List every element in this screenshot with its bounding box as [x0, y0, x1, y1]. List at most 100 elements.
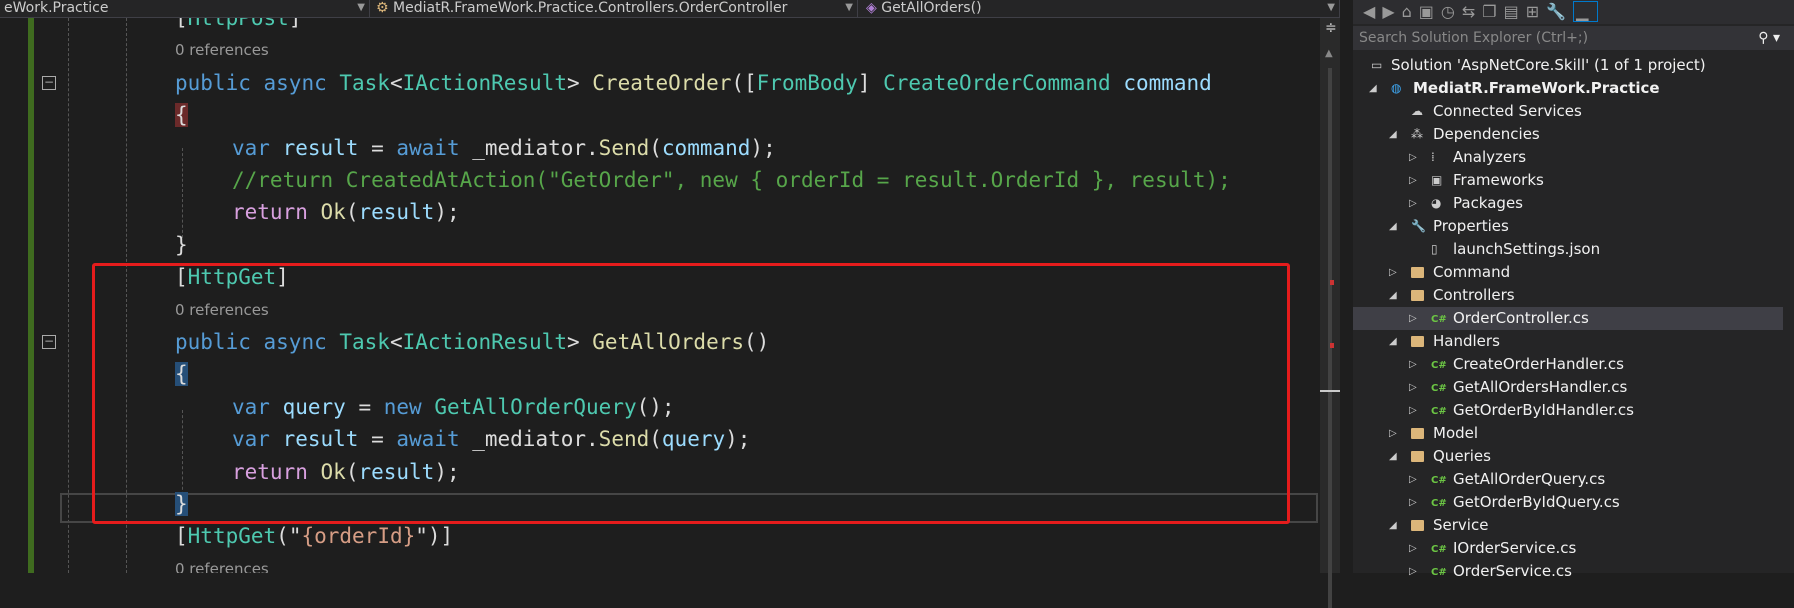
expanded-arrow-icon[interactable]: ◢	[1389, 330, 1397, 353]
collapse-region-icon[interactable]: −	[42, 75, 56, 90]
split-icon[interactable]: ≑	[1325, 20, 1337, 36]
search-icon[interactable]: ⚲ ▾	[1758, 26, 1780, 50]
show-all-files-icon[interactable]: ▤	[1504, 2, 1526, 21]
tree-item[interactable]: ▷ C# GetOrderByIdHandler.cs	[1353, 399, 1783, 422]
tree-item[interactable]: ▷ Command	[1353, 261, 1783, 284]
collapsed-arrow-icon[interactable]: ▷	[1409, 376, 1417, 399]
tree-item[interactable]: ◢ ⁂ Dependencies	[1353, 123, 1783, 146]
collapsed-arrow-icon[interactable]: ▷	[1409, 537, 1417, 560]
tree-item[interactable]: ▷ Model	[1353, 422, 1783, 445]
preview-icon[interactable]: ▁	[1573, 1, 1599, 22]
tree-item[interactable]: ◢ Handlers	[1353, 330, 1783, 353]
collapsed-arrow-icon[interactable]: ▷	[1409, 399, 1417, 422]
back-icon[interactable]: ◀	[1363, 2, 1382, 21]
solution-explorer: ◀▶⌂▣◷⇆❐▤⊞🔧 ▁ Search Solution Explorer (Ct…	[1353, 0, 1794, 580]
project-dropdown[interactable]: eWork.Practice ▼	[0, 0, 370, 18]
expanded-arrow-icon[interactable]: ◢	[1389, 215, 1397, 238]
forward-icon[interactable]: ▶	[1382, 2, 1401, 21]
csharp-file-icon: C#	[1431, 475, 1447, 486]
tree-item[interactable]: ◢ ◍ MediatR.FrameWork.Practice	[1353, 77, 1783, 100]
tree-item[interactable]: ▷ C# GetAllOrderQuery.cs	[1353, 468, 1783, 491]
collapsed-arrow-icon[interactable]: ▷	[1389, 261, 1397, 284]
tree-item-label: Service	[1433, 516, 1489, 534]
home-icon[interactable]: ⌂	[1402, 2, 1419, 21]
expanded-arrow-icon[interactable]: ◢	[1389, 514, 1397, 537]
collapse-all-icon[interactable]: ❐	[1482, 2, 1503, 21]
tree-item[interactable]: ◢ Controllers	[1353, 284, 1783, 307]
tree-item[interactable]: ▷ C# GetOrderByIdQuery.cs	[1353, 491, 1783, 514]
code-line: }	[175, 488, 188, 520]
expanded-arrow-icon[interactable]: ◢	[1389, 445, 1397, 468]
tree-item[interactable]: ▷ C# GetAllOrdersHandler.cs	[1353, 376, 1783, 399]
code-token: var	[232, 135, 283, 160]
code-token: IActionResult	[402, 70, 567, 95]
collapse-region-icon[interactable]: −	[42, 335, 56, 349]
code-token: FromBody	[756, 70, 858, 95]
code-token: GetAllOrderQuery	[434, 394, 637, 419]
tree-item[interactable]: ▷ ⁞ Analyzers	[1353, 146, 1783, 169]
code-token: var	[232, 427, 283, 452]
collapsed-arrow-icon[interactable]: ▷	[1409, 353, 1417, 376]
code-token: result	[282, 427, 359, 452]
code-token: Send	[598, 135, 650, 160]
tree-item[interactable]: ☁ Connected Services	[1353, 100, 1783, 123]
csharp-file-icon: C#	[1431, 360, 1447, 371]
code-line: var result = await _mediator.Send(query)…	[232, 423, 750, 455]
class-dropdown[interactable]: ⚙ MediatR.FrameWork.Practice.Controllers…	[370, 0, 858, 18]
collapsed-arrow-icon[interactable]: ▷	[1409, 169, 1417, 192]
tree-item[interactable]: ▷ ▣ Frameworks	[1353, 169, 1783, 192]
code-line: var result = await _mediator.Send(comman…	[232, 132, 776, 164]
code-line: return Ok(result);	[232, 196, 460, 228]
history-icon[interactable]: ◷	[1441, 2, 1462, 21]
code-token: Task	[339, 330, 390, 354]
code-token: await	[396, 427, 473, 452]
code-token: ]	[288, 18, 302, 30]
tree-item[interactable]: ▷ ◕ Packages	[1353, 192, 1783, 215]
tree-item[interactable]: ◢ Service	[1353, 514, 1783, 537]
code-line: public async Task<IActionResult> CreateO…	[175, 67, 1212, 99]
tree-item[interactable]: ▯ launchSettings.json	[1353, 238, 1783, 261]
collapsed-arrow-icon[interactable]: ▷	[1409, 560, 1417, 583]
code-token: (	[649, 135, 662, 160]
expanded-arrow-icon[interactable]: ◢	[1369, 77, 1377, 100]
collapsed-arrow-icon[interactable]: ▷	[1389, 422, 1397, 445]
tree-item-label: GetOrderByIdHandler.cs	[1453, 401, 1634, 419]
tree-item[interactable]: ▷ C# OrderService.cs	[1353, 560, 1783, 583]
tree-item[interactable]: ▷ C# CreateOrderHandler.cs	[1353, 353, 1783, 376]
editor-vertical-scrollbar[interactable]: ≑ ▲	[1320, 18, 1340, 608]
csharp-file-icon: C#	[1431, 498, 1447, 509]
tree-item-label: IOrderService.cs	[1453, 539, 1577, 557]
solution-explorer-search[interactable]: Search Solution Explorer (Ctrl+;) ⚲ ▾	[1353, 26, 1794, 50]
tree-item[interactable]: ▷ C# IOrderService.cs	[1353, 537, 1783, 560]
csharp-file-icon: C#	[1431, 314, 1447, 325]
collapsed-arrow-icon[interactable]: ▷	[1409, 491, 1417, 514]
wrench-icon[interactable]: 🔧	[1546, 2, 1573, 21]
tree-item[interactable]: ◢ Queries	[1353, 445, 1783, 468]
tree-item-label: Controllers	[1433, 286, 1515, 304]
scrollbar-thumb[interactable]	[1328, 68, 1332, 608]
code-token: result	[282, 135, 359, 160]
collapsed-arrow-icon[interactable]: ▷	[1409, 468, 1417, 491]
collapsed-arrow-icon[interactable]: ▷	[1409, 146, 1417, 169]
expanded-arrow-icon[interactable]: ◢	[1389, 284, 1397, 307]
code-token: var	[232, 394, 283, 419]
tree-item[interactable]: ◢ 🔧 Properties	[1353, 215, 1783, 238]
collapsed-arrow-icon[interactable]: ▷	[1409, 192, 1417, 215]
codelens-references[interactable]: 0 references	[175, 34, 269, 66]
switch-views-icon[interactable]: ▣	[1419, 2, 1441, 21]
codelens-references[interactable]: 0 references	[175, 294, 269, 326]
code-token: HttpGet	[187, 524, 277, 549]
expanded-arrow-icon[interactable]: ◢	[1389, 123, 1397, 146]
analyzer-icon: ⁞	[1431, 150, 1435, 164]
codelens-references[interactable]: 0 references	[175, 553, 269, 573]
tree-item[interactable]: ▭ Solution 'AspNetCore.Skill' (1 of 1 pro…	[1353, 54, 1783, 77]
member-dropdown[interactable]: ◈ GetAllOrders() ▼	[858, 0, 1340, 18]
tree-item[interactable]: ▷ C# OrderController.cs	[1353, 307, 1783, 330]
collapsed-arrow-icon[interactable]: ▷	[1409, 307, 1417, 330]
error-marker	[1330, 280, 1334, 285]
scroll-up-arrow-icon[interactable]: ▲	[1325, 48, 1333, 59]
code-editor[interactable]: [HttpPost] 0 references public async Task<…	[0, 18, 1320, 573]
sync-icon[interactable]: ⇆	[1462, 2, 1482, 21]
hierarchy-icon[interactable]: ⊞	[1526, 2, 1546, 21]
change-indicator	[28, 18, 34, 573]
